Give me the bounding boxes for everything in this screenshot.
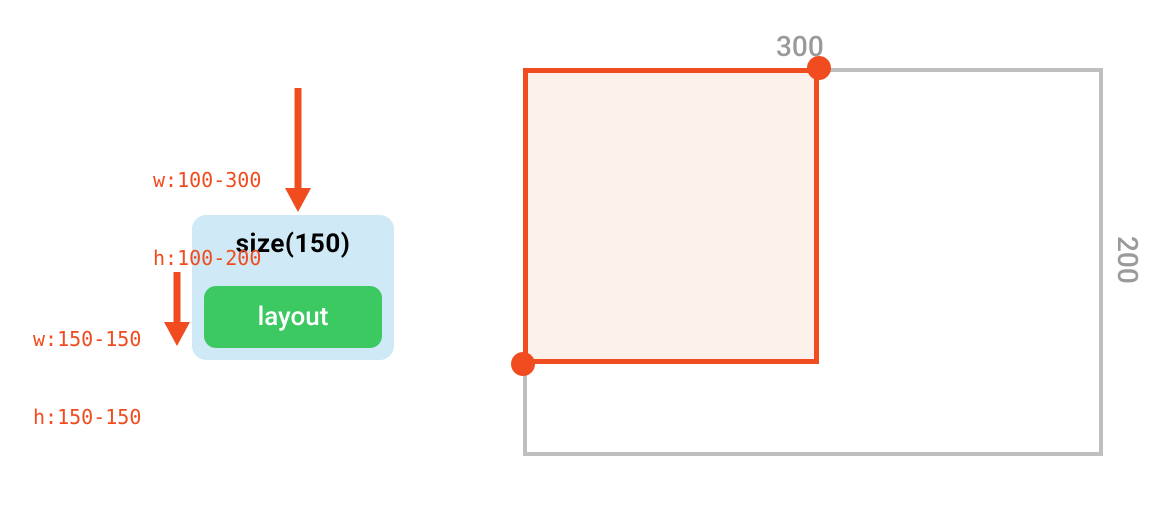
outgoing-constraints-label: w:150-150 h:150-150 [33,274,141,456]
outgoing-constraint-width: w:150-150 [33,326,141,352]
incoming-constraint-width: w:100-300 [153,167,261,193]
dimension-top-label: 300 [776,30,824,63]
arrow-down-outgoing-icon [162,272,192,350]
arrow-down-incoming-icon [283,88,313,216]
handle-bottom-left-icon [511,352,535,376]
dimension-right-label: 200 [1111,236,1144,284]
inner-size-box [523,68,819,364]
layout-button-label: layout [258,302,329,332]
outgoing-constraint-height: h:150-150 [33,404,141,430]
incoming-constraints-label: w:100-300 h:100-200 [153,115,261,297]
incoming-constraint-height: h:100-200 [153,245,261,271]
